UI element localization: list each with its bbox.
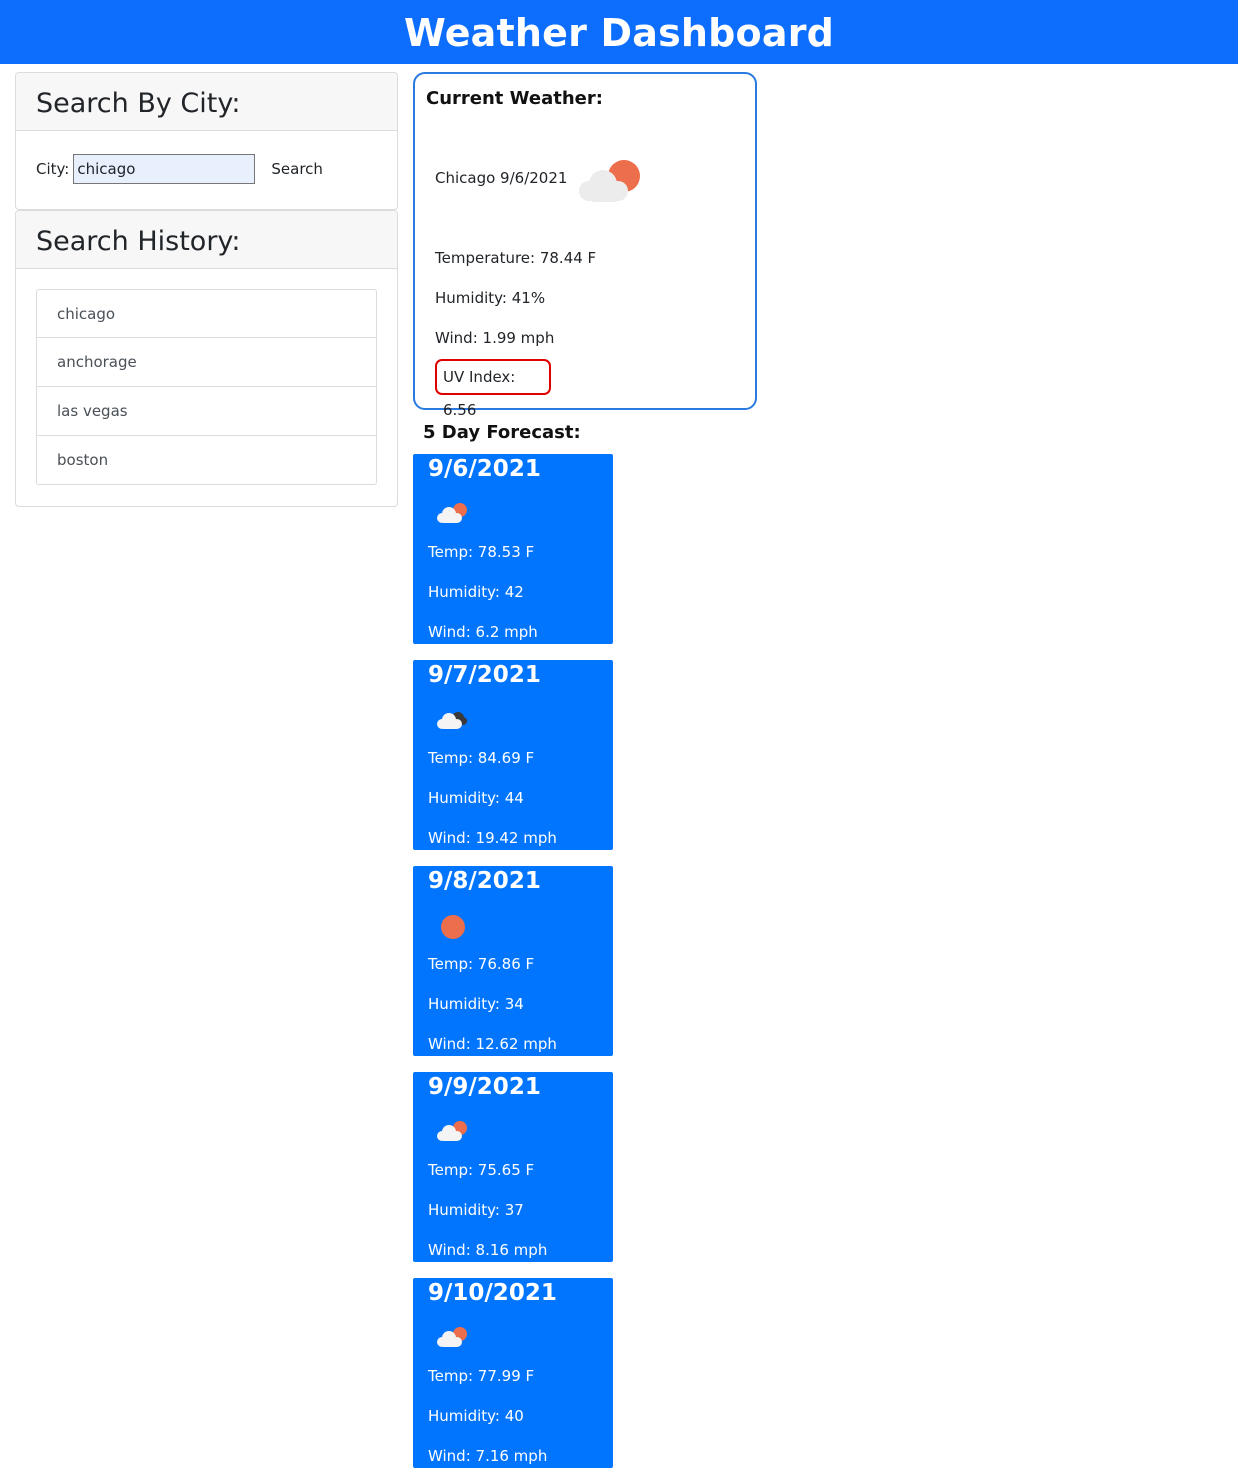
forecast-date: 9/9/2021 bbox=[428, 1074, 541, 1100]
history-heading: Search History: bbox=[16, 211, 397, 269]
forecast-humidity: Humidity: 42 bbox=[428, 583, 524, 601]
city-input[interactable] bbox=[73, 154, 256, 184]
forecast-wind: Wind: 8.16 mph bbox=[428, 1241, 548, 1259]
forecast-humidity: Humidity: 37 bbox=[428, 1201, 524, 1219]
partly-cloudy-icon bbox=[579, 160, 640, 202]
current-humidity: Humidity: 41% bbox=[435, 289, 546, 307]
partly-cloudy-icon bbox=[437, 503, 467, 523]
forecast-card: 9/6/2021 Temp: 78.53 F Humidity: 42 Wind… bbox=[413, 454, 613, 644]
current-weather-card: Current Weather: Chicago 9/6/2021 Temper… bbox=[413, 72, 757, 419]
forecast-heading: 5 Day Forecast: bbox=[423, 422, 581, 443]
forecast-wind: Wind: 7.16 mph bbox=[428, 1447, 548, 1465]
forecast-card: 9/8/2021 Temp: 76.86 F Humidity: 34 Wind… bbox=[413, 866, 613, 1056]
forecast-card: 9/7/2021 Temp: 84.69 F Humidity: 44 Wind… bbox=[413, 660, 613, 850]
current-weather-heading: Current Weather: bbox=[426, 88, 603, 109]
current-temperature: Temperature: 78.44 F bbox=[435, 249, 597, 267]
search-card: Search By City: City: Search bbox=[15, 72, 398, 210]
history-item-anchorage[interactable]: anchorage bbox=[36, 338, 377, 387]
sun-icon bbox=[441, 915, 465, 939]
search-button[interactable]: Search bbox=[271, 160, 323, 178]
history-item-boston[interactable]: boston bbox=[36, 436, 377, 485]
forecast-date: 9/7/2021 bbox=[428, 662, 541, 688]
cloudy-icon bbox=[437, 712, 467, 729]
forecast-date: 9/8/2021 bbox=[428, 868, 541, 894]
page-title: Weather Dashboard bbox=[0, 0, 1238, 64]
forecast-card: 9/9/2021 Temp: 75.65 F Humidity: 37 Wind… bbox=[413, 1072, 613, 1262]
forecast-temp: Temp: 77.99 F bbox=[428, 1367, 535, 1385]
forecast-wind: Wind: 6.2 mph bbox=[428, 623, 538, 641]
forecast-wind: Wind: 19.42 mph bbox=[428, 829, 557, 847]
forecast-humidity: Humidity: 40 bbox=[428, 1407, 524, 1425]
history-item-las-vegas[interactable]: las vegas bbox=[36, 387, 377, 436]
history-list: chicago anchorage las vegas boston bbox=[36, 289, 377, 485]
forecast-humidity: Humidity: 44 bbox=[428, 789, 524, 807]
forecast-temp: Temp: 76.86 F bbox=[428, 955, 535, 973]
partly-cloudy-icon bbox=[437, 1327, 467, 1347]
history-item-chicago[interactable]: chicago bbox=[36, 289, 377, 338]
forecast-date: 9/6/2021 bbox=[428, 456, 541, 482]
current-city-date: Chicago 9/6/2021 bbox=[435, 169, 568, 187]
search-row: City: Search bbox=[36, 153, 323, 185]
forecast-temp: Temp: 84.69 F bbox=[428, 749, 535, 767]
forecast-temp: Temp: 75.65 F bbox=[428, 1161, 535, 1179]
current-wind: Wind: 1.99 mph bbox=[435, 329, 555, 347]
uv-index-badge: UV Index: 6.56 bbox=[435, 359, 551, 419]
forecast-card: 9/10/2021 Temp: 77.99 F Humidity: 40 Win… bbox=[413, 1278, 613, 1468]
partly-cloudy-icon bbox=[437, 1121, 467, 1141]
forecast-wind: Wind: 12.62 mph bbox=[428, 1035, 557, 1053]
forecast-temp: Temp: 78.53 F bbox=[428, 543, 535, 561]
city-label: City: bbox=[36, 160, 70, 178]
forecast-humidity: Humidity: 34 bbox=[428, 995, 524, 1013]
search-heading: Search By City: bbox=[16, 73, 397, 131]
forecast-date: 9/10/2021 bbox=[428, 1280, 557, 1306]
search-history-card: Search History: chicago anchorage las ve… bbox=[15, 210, 398, 507]
